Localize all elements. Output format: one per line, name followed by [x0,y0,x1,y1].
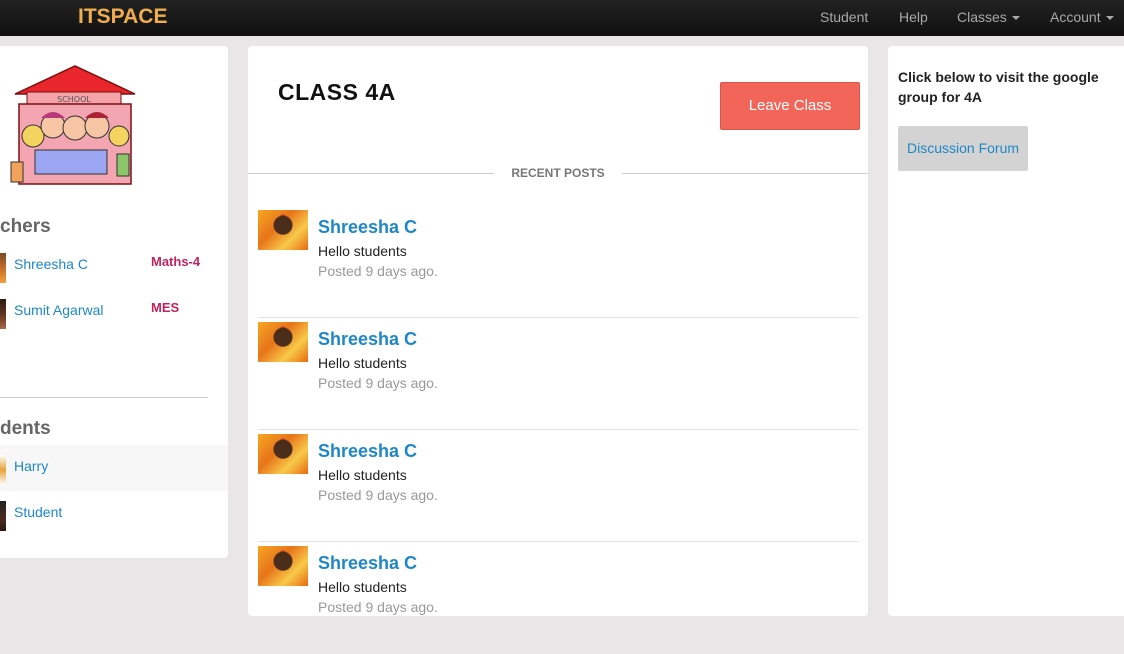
nav-classes-label: Classes [957,9,1007,25]
class-members-sidebar: SCHOOL chers Shreesha C Maths-4 Sumit Ag… [0,46,228,558]
divider-right [622,173,868,174]
teacher-subject: MES [151,300,180,315]
students-heading: dents [0,418,51,439]
nav-account-label: Account [1050,9,1101,25]
nav-student[interactable]: Student [820,9,868,25]
teacher-name[interactable]: Sumit Agarwal [14,302,103,318]
post-item: Shreesha C Hello students Posted 9 days … [258,542,858,654]
teacher-name[interactable]: Shreesha C [14,256,88,272]
post-author-link[interactable]: Shreesha C [318,217,417,238]
avatar [0,299,6,329]
caret-down-icon [1011,16,1020,21]
svg-text:SCHOOL: SCHOOL [57,95,91,104]
teacher-row[interactable]: Shreesha C Maths-4 [0,243,228,289]
class-feed-panel: CLASS 4A Leave Class RECENT POSTS Shrees… [248,46,868,616]
post-item: Shreesha C Hello students Posted 9 days … [258,206,858,318]
post-timestamp: Posted 9 days ago. [318,263,438,279]
avatar [0,253,6,283]
post-text: Hello students [318,467,407,483]
brand-logo[interactable]: ITSPACE [78,5,167,29]
nav-classes-dropdown[interactable]: Classes [957,9,1020,25]
page-title: CLASS 4A [278,79,396,105]
top-navbar: ITSPACE Student Help Classes Account [0,0,1124,36]
post-timestamp: Posted 9 days ago. [318,599,438,615]
post-text: Hello students [318,243,407,259]
avatar[interactable] [258,546,308,586]
teacher-row[interactable]: Sumit Agarwal MES [0,289,228,335]
student-row[interactable]: Harry [0,445,228,491]
discussion-panel: Click below to visit the google group fo… [888,46,1124,616]
school-building-icon: SCHOOL [10,65,136,185]
post-text: Hello students [318,355,407,371]
avatar[interactable] [258,210,308,250]
nav-help-label: Help [899,9,928,25]
student-row[interactable]: Student [0,491,228,537]
caret-down-icon [1105,16,1114,21]
google-group-heading: Click below to visit the google group fo… [898,69,1099,105]
nav-account-dropdown[interactable]: Account [1050,9,1114,25]
avatar[interactable] [258,322,308,362]
divider-left [248,173,494,174]
post-author-link[interactable]: Shreesha C [318,553,417,574]
recent-posts-label: RECENT POSTS [511,166,605,180]
post-item: Shreesha C Hello students Posted 9 days … [258,318,858,430]
avatar [0,455,6,485]
avatar [0,501,6,531]
teacher-subject: Maths-4 [151,254,201,269]
post-timestamp: Posted 9 days ago. [318,375,438,391]
student-name[interactable]: Student [14,504,62,520]
post-item: Shreesha C Hello students Posted 9 days … [258,430,858,542]
discussion-forum-button[interactable]: Discussion Forum [898,126,1028,171]
nav-student-label: Student [820,9,869,25]
nav-help[interactable]: Help [899,9,928,25]
leave-class-button[interactable]: Leave Class [720,82,860,130]
avatar[interactable] [258,434,308,474]
post-text: Hello students [318,579,407,595]
section-divider [0,397,208,398]
student-name[interactable]: Harry [14,458,48,474]
post-author-link[interactable]: Shreesha C [318,441,417,462]
teachers-heading: chers [0,216,51,237]
post-timestamp: Posted 9 days ago. [318,487,438,503]
post-author-link[interactable]: Shreesha C [318,329,417,350]
